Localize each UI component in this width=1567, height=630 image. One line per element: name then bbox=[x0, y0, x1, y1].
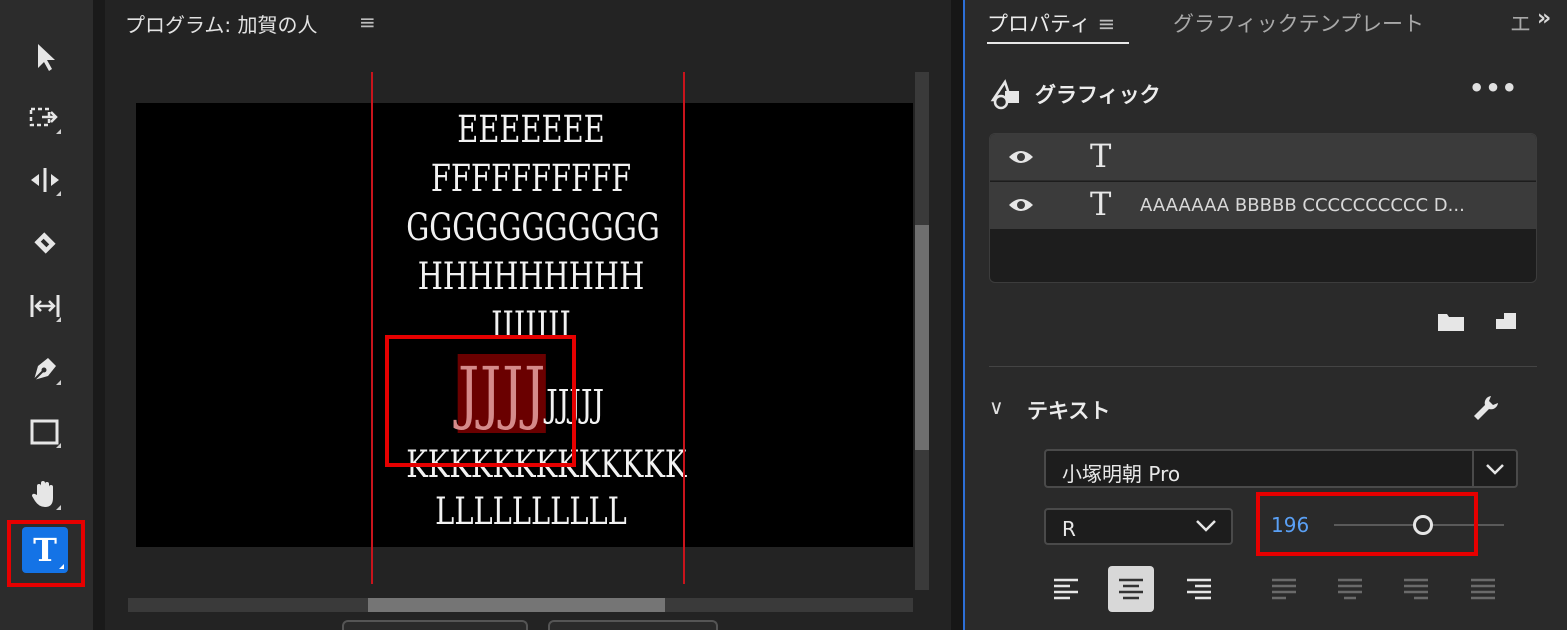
tab-graphic-templates[interactable]: グラフィックテンプレート bbox=[1173, 8, 1424, 38]
program-menu-icon[interactable]: ≡ bbox=[359, 10, 376, 34]
tab-properties-label: プロパティ bbox=[987, 12, 1091, 36]
razor-icon bbox=[34, 232, 56, 254]
pen-tool[interactable] bbox=[19, 345, 71, 393]
layer-row[interactable]: T AAAAAAA BBBBB CCCCCCCCCC D... bbox=[990, 182, 1536, 229]
chevron-down-icon bbox=[1196, 520, 1216, 532]
new-group-folder-icon[interactable] bbox=[1437, 310, 1465, 332]
program-preview[interactable]: EEEEEEE FFFFFFFFFF GGGGGGGGGGG HHHHHHHHH… bbox=[136, 103, 913, 547]
text-section-header[interactable]: ∨ テキスト bbox=[989, 395, 1549, 427]
resolution-dropdown[interactable] bbox=[548, 620, 718, 630]
font-family-dropdown-button[interactable] bbox=[1472, 451, 1516, 486]
graphic-more-options-icon[interactable]: ••• bbox=[1469, 74, 1518, 102]
tab-essential[interactable]: エ bbox=[1510, 8, 1531, 38]
text-section-title: テキスト bbox=[1027, 399, 1111, 423]
justify-last-left-icon bbox=[1272, 578, 1296, 600]
text-layer-icon: T bbox=[1090, 137, 1112, 175]
justify-last-right-icon bbox=[1404, 578, 1428, 600]
new-layer-icon[interactable] bbox=[1494, 309, 1518, 331]
justify-last-center-icon bbox=[1338, 578, 1362, 600]
tab-menu-icon[interactable]: ≡ bbox=[1097, 12, 1115, 36]
align-left-button[interactable] bbox=[1043, 566, 1089, 612]
text-layer[interactable]: EEEEEEE FFFFFFFFFF GGGGGGGGGGG HHHHHHHHH… bbox=[371, 105, 691, 542]
font-style-select[interactable]: R bbox=[1044, 508, 1233, 545]
align-center-button[interactable] bbox=[1108, 566, 1154, 612]
program-monitor: プログラム: 加賀の人 ≡ EEEEEEE FFFFFFFFFF GGGGGGG… bbox=[105, 0, 951, 630]
zoom-level-dropdown[interactable] bbox=[342, 620, 528, 630]
tab-properties[interactable]: プロパティ ≡ bbox=[987, 8, 1115, 38]
chevron-down-icon[interactable]: ∨ bbox=[989, 395, 1004, 419]
layer-row[interactable]: T bbox=[990, 134, 1536, 181]
layer-label: AAAAAAA BBBBB CCCCCCCCCC D... bbox=[1140, 195, 1465, 216]
text-line-g: GGGGGGGGGGG bbox=[406, 206, 660, 249]
selection-tool[interactable] bbox=[19, 33, 71, 81]
eye-icon[interactable] bbox=[1008, 195, 1034, 215]
rectangle-tool[interactable] bbox=[19, 408, 71, 456]
more-tabs-glyph: » bbox=[1537, 6, 1551, 31]
text-line-l: LLLLLLLLLL bbox=[435, 490, 627, 533]
font-family-select[interactable]: 小塚明朝 Pro bbox=[1044, 449, 1518, 488]
align-right-button[interactable] bbox=[1176, 566, 1222, 612]
text-line-h: HHHHHHHHH bbox=[417, 255, 645, 298]
graphic-layers-list: T T AAAAAAA BBBBB CCCCCCCCCC D... bbox=[989, 133, 1537, 283]
align-left-icon bbox=[1054, 578, 1078, 600]
more-tabs-icon[interactable]: » bbox=[1537, 6, 1551, 31]
text-layer-icon: T bbox=[1090, 185, 1112, 223]
properties-panel: プロパティ ≡ グラフィックテンプレート エ » グラフィック ••• T T … bbox=[963, 0, 1567, 630]
graphic-section-title: グラフィック bbox=[1035, 83, 1161, 107]
justify-last-right-button[interactable] bbox=[1393, 566, 1439, 612]
tools-panel: T bbox=[0, 0, 93, 630]
horizontal-scroll-thumb[interactable] bbox=[368, 598, 665, 612]
chevron-down-icon bbox=[1486, 463, 1504, 475]
arrow-icon bbox=[38, 44, 55, 71]
vertical-scroll-thumb[interactable] bbox=[915, 225, 929, 450]
justify-last-left-button[interactable] bbox=[1261, 566, 1307, 612]
text-line-f: FFFFFFFFFF bbox=[430, 157, 632, 200]
justify-all-icon bbox=[1471, 578, 1495, 600]
hand-tool[interactable] bbox=[19, 470, 71, 518]
safe-margin-guide-left bbox=[371, 72, 373, 584]
justify-all-button[interactable] bbox=[1460, 566, 1506, 612]
font-size-highlight bbox=[1256, 492, 1478, 556]
safe-margin-guide-right bbox=[683, 72, 685, 584]
section-divider bbox=[989, 366, 1537, 367]
graphic-section-header: グラフィック ••• bbox=[989, 74, 1549, 112]
program-title: プログラム: 加賀の人 bbox=[125, 13, 318, 37]
slip-tool[interactable] bbox=[19, 282, 71, 330]
wrench-icon[interactable] bbox=[1471, 393, 1501, 423]
font-family-value: 小塚明朝 Pro bbox=[1062, 462, 1181, 486]
font-style-value: R bbox=[1062, 517, 1076, 541]
align-center-icon bbox=[1119, 578, 1143, 600]
justify-last-center-button[interactable] bbox=[1327, 566, 1373, 612]
panel-divider[interactable] bbox=[951, 0, 963, 630]
ripple-edit-tool[interactable] bbox=[19, 156, 71, 204]
panel-divider[interactable] bbox=[93, 0, 105, 630]
text-line-e: EEEEEEE bbox=[457, 108, 605, 151]
align-right-icon bbox=[1187, 578, 1211, 600]
graphic-shapes-icon bbox=[990, 79, 1019, 110]
track-select-tool[interactable] bbox=[19, 94, 71, 142]
type-tool-highlight bbox=[7, 520, 85, 587]
razor-tool[interactable] bbox=[19, 219, 71, 267]
selected-text-highlight bbox=[385, 335, 576, 467]
active-tab-indicator bbox=[987, 42, 1129, 44]
eye-icon[interactable] bbox=[1008, 147, 1034, 167]
